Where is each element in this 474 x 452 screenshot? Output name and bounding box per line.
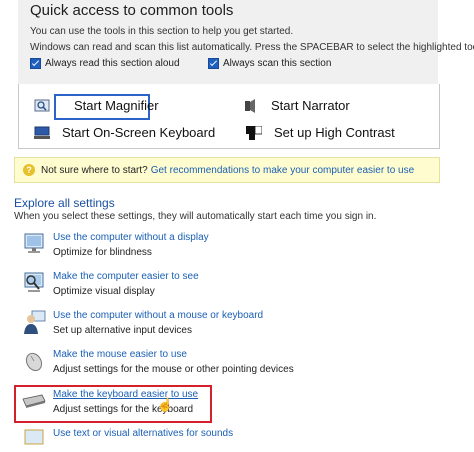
keyboard-item-highlight-box <box>14 385 212 423</box>
easier-to-see-description: Optimize visual display <box>53 286 155 297</box>
quick-access-description: You can use the tools in this section to… <box>30 26 294 37</box>
easier-to-see-link[interactable]: Make the computer easier to see <box>53 271 199 282</box>
recommendations-link[interactable]: Get recommendations to make your compute… <box>151 165 414 176</box>
set-up-high-contrast-button[interactable]: Set up High Contrast <box>246 125 395 140</box>
use-without-display-description: Optimize for blindness <box>53 247 152 258</box>
monitor-display-icon <box>24 233 44 253</box>
recommendation-bar: ? Not sure where to start? Get recommend… <box>14 157 440 183</box>
without-mouse-keyboard-description: Set up alternative input devices <box>53 325 192 336</box>
sound-alternatives-icon <box>24 429 44 445</box>
monitor-magnify-icon <box>24 272 44 292</box>
narrator-icon <box>245 98 255 113</box>
always-read-checkbox[interactable]: Always read this section aloud <box>30 58 180 69</box>
without-mouse-keyboard-link[interactable]: Use the computer without a mouse or keyb… <box>53 310 263 321</box>
person-icon <box>24 310 46 334</box>
start-on-screen-keyboard-label: Start On-Screen Keyboard <box>62 125 216 140</box>
quick-access-title: Quick access to common tools <box>30 2 234 19</box>
always-read-label: Always read this section aloud <box>45 58 180 69</box>
start-magnifier-button[interactable]: Start Magnifier <box>34 98 159 113</box>
checkbox-checked-icon <box>208 58 219 69</box>
mouse-icon <box>25 352 43 372</box>
always-scan-label: Always scan this section <box>223 58 332 69</box>
set-up-high-contrast-label: Set up High Contrast <box>274 125 395 140</box>
high-contrast-icon <box>246 125 262 140</box>
start-magnifier-label: Start Magnifier <box>74 98 159 113</box>
sound-alternatives-link[interactable]: Use text or visual alternatives for soun… <box>53 428 233 439</box>
quick-access-instructions: Windows can read and scan this list auto… <box>30 42 474 53</box>
magnifier-icon <box>34 99 50 111</box>
question-icon: ? <box>23 164 35 176</box>
quick-access-panel: Quick access to common tools You can use… <box>18 0 474 84</box>
always-scan-checkbox[interactable]: Always scan this section <box>208 58 331 69</box>
start-on-screen-keyboard-button[interactable]: Start On-Screen Keyboard <box>34 125 215 140</box>
keyboard-icon <box>34 126 50 139</box>
recommendation-prefix: Not sure where to start? <box>41 164 148 176</box>
hand-cursor-icon: ☝ <box>157 397 174 412</box>
start-narrator-button[interactable]: Start Narrator <box>243 98 350 113</box>
start-narrator-label: Start Narrator <box>271 98 350 113</box>
explore-description: When you select these settings, they wil… <box>14 211 377 222</box>
mouse-easier-description: Adjust settings for the mouse or other p… <box>53 364 294 375</box>
mouse-easier-link[interactable]: Make the mouse easier to use <box>53 349 187 360</box>
explore-all-settings-heading: Explore all settings <box>14 196 115 210</box>
use-without-display-link[interactable]: Use the computer without a display <box>53 232 209 243</box>
checkbox-checked-icon <box>30 58 41 69</box>
